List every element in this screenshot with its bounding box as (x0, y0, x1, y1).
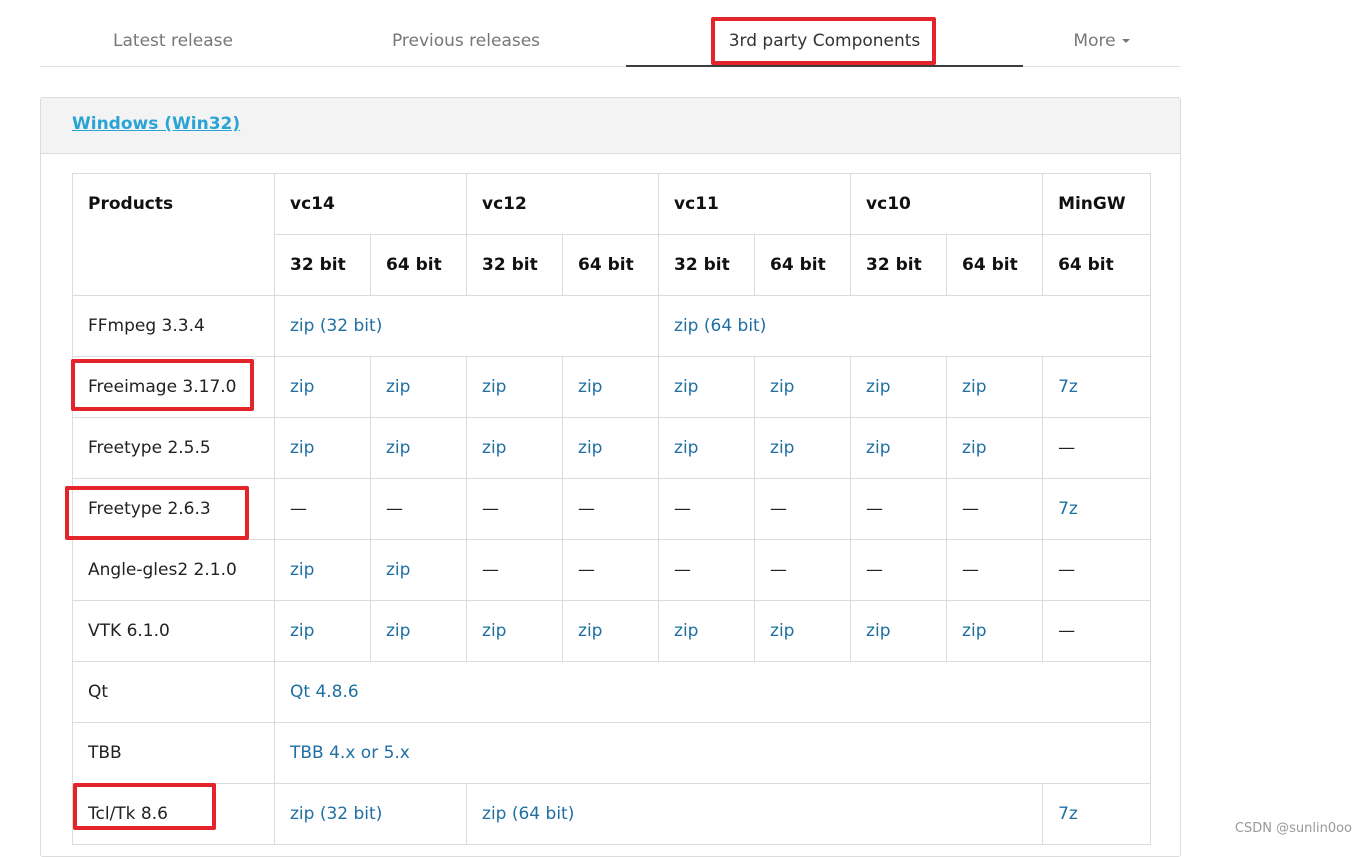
product-name: Freetype 2.5.5 (72, 417, 275, 479)
tab-more-label: More (1073, 31, 1116, 51)
download-link[interactable]: zip (850, 417, 948, 479)
panel-header: Windows (Win32) (41, 98, 1180, 154)
download-link[interactable]: zip (658, 600, 756, 662)
download-link[interactable]: zip (64 bit) (466, 783, 1044, 845)
download-link[interactable]: zip (274, 417, 371, 479)
product-name: Tcl/Tk 8.6 (72, 783, 275, 845)
unavailable-cell: — (562, 539, 660, 601)
download-link[interactable]: Qt 4.8.6 (273, 661, 1152, 723)
watermark: CSDN @sunlin0oo (1234, 821, 1352, 836)
header-vc14: vc14 (273, 173, 468, 235)
unavailable-cell: — (1042, 417, 1152, 479)
header-mingw: MinGW (1042, 173, 1152, 235)
download-link[interactable]: zip (946, 600, 1044, 662)
download-link[interactable]: zip (850, 356, 948, 418)
download-link[interactable]: zip (274, 539, 371, 601)
download-link[interactable]: zip (32 bit) (273, 783, 468, 845)
download-link[interactable]: 7z (1042, 783, 1152, 845)
unavailable-cell: — (274, 478, 371, 540)
product-name: FFmpeg 3.3.4 (72, 295, 275, 357)
table-row: Freetype 2.5.5 zip zip zip zip zip zip z… (72, 417, 1152, 479)
download-link[interactable]: zip (274, 356, 371, 418)
header-bit: 64 bit (562, 234, 660, 296)
tab-more[interactable]: More (1023, 16, 1180, 66)
product-name: VTK 6.1.0 (72, 600, 275, 662)
unavailable-cell: — (754, 539, 852, 601)
unavailable-cell: — (466, 478, 564, 540)
tab-3rd-party-components[interactable]: 3rd party Components (626, 16, 1023, 67)
unavailable-cell: — (658, 478, 756, 540)
download-link[interactable]: 7z (1042, 356, 1152, 418)
table-row: FFmpeg 3.3.4 zip (32 bit) zip (64 bit) (72, 295, 1152, 357)
download-link[interactable]: zip (754, 417, 852, 479)
header-row-groups: Products vc14 vc12 vc11 vc10 MinGW (72, 173, 1152, 296)
tab-previous-releases[interactable]: Previous releases (306, 16, 626, 66)
download-link[interactable]: zip (369, 417, 468, 479)
download-link[interactable]: zip (754, 600, 852, 662)
download-link[interactable]: zip (658, 417, 756, 479)
download-link[interactable]: zip (32 bit) (273, 295, 660, 357)
download-link[interactable]: zip (658, 356, 756, 418)
download-link[interactable]: zip (369, 539, 468, 601)
header-bit: 32 bit (466, 234, 564, 296)
download-link[interactable]: 7z (1042, 478, 1152, 540)
download-link[interactable]: zip (562, 356, 660, 418)
unavailable-cell: — (658, 539, 756, 601)
unavailable-cell: — (754, 478, 852, 540)
download-link[interactable]: zip (562, 600, 660, 662)
table-row: VTK 6.1.0 zip zip zip zip zip zip zip zi… (72, 600, 1152, 662)
header-bit: 64 bit (1042, 234, 1152, 296)
download-link[interactable]: zip (946, 417, 1044, 479)
table-row: Freeimage 3.17.0 zip zip zip zip zip zip… (72, 356, 1152, 418)
download-link[interactable]: zip (466, 356, 564, 418)
components-table: Products vc14 vc12 vc11 vc10 MinGW 32 bi… (72, 173, 1152, 845)
unavailable-cell: — (946, 478, 1044, 540)
header-bit: 32 bit (850, 234, 948, 296)
download-link[interactable]: TBB 4.x or 5.x (273, 722, 1152, 784)
unavailable-cell: — (369, 478, 468, 540)
table-row: TBB TBB 4.x or 5.x (72, 722, 1152, 784)
unavailable-cell: — (466, 539, 564, 601)
download-link[interactable]: zip (274, 600, 371, 662)
download-link[interactable]: zip (946, 356, 1044, 418)
unavailable-cell: — (1042, 539, 1152, 601)
download-link[interactable]: zip (369, 356, 468, 418)
download-link[interactable]: zip (64 bit) (658, 295, 1152, 357)
header-bit: 32 bit (274, 234, 371, 296)
product-name: Qt (72, 661, 275, 723)
product-name: Freeimage 3.17.0 (72, 356, 275, 418)
header-vc12: vc12 (466, 173, 660, 235)
product-name: TBB (72, 722, 275, 784)
unavailable-cell: — (850, 478, 948, 540)
header-bit: 64 bit (369, 234, 468, 296)
table-row: Freetype 2.6.3 — — — — — — — — 7z (72, 478, 1152, 540)
download-link[interactable]: zip (466, 417, 564, 479)
table-row: Qt Qt 4.8.6 (72, 661, 1152, 723)
header-bit: 64 bit (946, 234, 1044, 296)
table-row: Angle-gles2 2.1.0 zip zip — — — — — — — (72, 539, 1152, 601)
panel-title-link[interactable]: Windows (Win32) (72, 114, 240, 134)
unavailable-cell: — (562, 478, 660, 540)
table-row: Tcl/Tk 8.6 zip (32 bit) zip (64 bit) 7z (72, 783, 1152, 845)
download-link[interactable]: zip (466, 600, 564, 662)
header-bit: 32 bit (658, 234, 756, 296)
tab-latest-release[interactable]: Latest release (40, 16, 306, 66)
product-name: Freetype 2.6.3 (72, 478, 275, 540)
download-link[interactable]: zip (369, 600, 468, 662)
caret-down-icon (1121, 39, 1130, 43)
unavailable-cell: — (1042, 600, 1152, 662)
release-tabs: Latest release Previous releases 3rd par… (40, 16, 1180, 67)
product-name: Angle-gles2 2.1.0 (72, 539, 275, 601)
header-vc10: vc10 (850, 173, 1044, 235)
header-vc11: vc11 (658, 173, 852, 235)
unavailable-cell: — (850, 539, 948, 601)
download-link[interactable]: zip (850, 600, 948, 662)
download-link[interactable]: zip (562, 417, 660, 479)
download-link[interactable]: zip (754, 356, 852, 418)
unavailable-cell: — (946, 539, 1044, 601)
header-bit: 64 bit (754, 234, 852, 296)
header-products: Products (72, 173, 275, 296)
